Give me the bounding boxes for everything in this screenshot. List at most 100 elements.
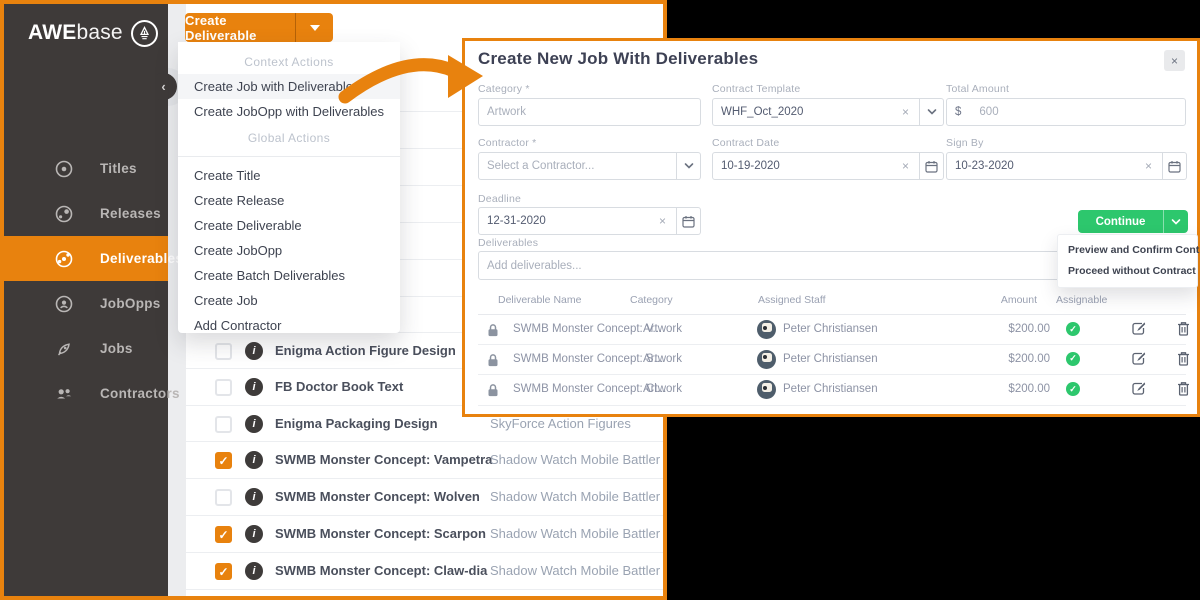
edit-icon[interactable] bbox=[1131, 321, 1146, 336]
deadline-label: Deadline bbox=[478, 193, 521, 205]
title-name: Shadow Watch Mobile Battler bbox=[490, 452, 660, 467]
edit-icon[interactable] bbox=[1131, 381, 1146, 396]
sidebar-item-jobopps[interactable]: JobOpps bbox=[4, 281, 168, 326]
continue-dropdown-toggle[interactable] bbox=[1164, 210, 1188, 233]
sidebar-item-deliverables[interactable]: Deliverables bbox=[4, 236, 168, 281]
row-checkbox[interactable] bbox=[215, 416, 232, 433]
info-icon[interactable]: i bbox=[245, 415, 263, 433]
sidebar-item-releases[interactable]: Releases bbox=[4, 191, 168, 236]
row-checkbox[interactable] bbox=[215, 343, 232, 360]
contract-date-calendar-button[interactable] bbox=[920, 152, 944, 180]
create-deliverable-dropdown-toggle[interactable] bbox=[296, 13, 333, 42]
staff-name: Peter Christiansen bbox=[783, 383, 878, 395]
info-icon[interactable]: i bbox=[245, 342, 263, 360]
title-name: SkyForce Action Figures bbox=[490, 416, 631, 431]
sidebar: AWEbase Titles Releases Deliverables Job… bbox=[4, 4, 168, 596]
info-icon[interactable]: i bbox=[245, 525, 263, 543]
sidebar-item-contractors[interactable]: Contractors bbox=[4, 371, 168, 416]
contractor-dropdown-button[interactable] bbox=[677, 152, 701, 180]
amount-cell: $200.00 bbox=[968, 353, 1050, 365]
clear-icon[interactable]: × bbox=[657, 214, 668, 228]
row-checkbox[interactable] bbox=[215, 379, 232, 396]
continue-split-button[interactable]: Continue bbox=[1078, 210, 1188, 233]
screenshot-canvas: i Enigma Action Figure Design i FB Docto… bbox=[0, 0, 1200, 600]
clear-icon[interactable]: × bbox=[900, 159, 911, 173]
info-icon[interactable]: i bbox=[245, 488, 263, 506]
menu-item-create-job[interactable]: Create Job bbox=[178, 288, 400, 313]
assignable-check-icon: ✓ bbox=[1066, 382, 1080, 396]
row-checkbox[interactable] bbox=[215, 452, 232, 469]
menu-item-create-release[interactable]: Create Release bbox=[178, 188, 400, 213]
contract-date-field[interactable]: 10-19-2020 × bbox=[712, 152, 920, 180]
trash-icon[interactable] bbox=[1177, 321, 1190, 336]
edit-icon[interactable] bbox=[1131, 351, 1146, 366]
contractor-label: Contractor * bbox=[478, 137, 536, 149]
total-amount-field[interactable]: $ 600 bbox=[946, 98, 1186, 126]
sidebar-item-titles[interactable]: Titles bbox=[4, 146, 168, 191]
menu-item-proceed-without-contract[interactable]: Proceed without Contract bbox=[1058, 261, 1197, 282]
amount-cell: $200.00 bbox=[968, 323, 1050, 335]
deliverable-name: Enigma Action Figure Design bbox=[275, 343, 456, 358]
menu-item-create-title[interactable]: Create Title bbox=[178, 163, 400, 188]
table-row[interactable]: i SWMB Monster Concept: Scarpon Shadow W… bbox=[186, 516, 663, 553]
create-deliverable-button[interactable]: Create Deliverable bbox=[185, 13, 296, 42]
titles-icon bbox=[52, 157, 76, 181]
sidebar-item-label: Contractors bbox=[100, 386, 180, 401]
staff-name: Peter Christiansen bbox=[783, 323, 878, 335]
deadline-calendar-button[interactable] bbox=[677, 207, 701, 235]
clear-icon[interactable]: × bbox=[900, 105, 911, 119]
trash-icon[interactable] bbox=[1177, 381, 1190, 396]
info-icon[interactable]: i bbox=[245, 451, 263, 469]
clear-icon[interactable]: × bbox=[1143, 159, 1154, 173]
modal-title: Create New Job With Deliverables bbox=[478, 49, 758, 69]
modal-close-button[interactable]: × bbox=[1164, 50, 1185, 71]
trash-icon[interactable] bbox=[1177, 351, 1190, 366]
menu-item-create-deliverable[interactable]: Create Deliverable bbox=[178, 213, 400, 238]
category-field[interactable]: Artwork bbox=[478, 98, 701, 126]
sidebar-nav: Titles Releases Deliverables JobOpps Job… bbox=[4, 146, 168, 416]
category-cell: Artwork bbox=[643, 383, 682, 395]
info-icon[interactable]: i bbox=[245, 562, 263, 580]
menu-item-create-batch-deliverables[interactable]: Create Batch Deliverables bbox=[178, 263, 400, 288]
table-row[interactable]: i SWMB Monster Concept: Vampetra Shadow … bbox=[186, 442, 663, 479]
table-row[interactable]: i SWMB Monster Concept: Claw-dia Shadow … bbox=[186, 553, 663, 590]
brand-light: base bbox=[76, 21, 122, 44]
sidebar-item-jobs[interactable]: Jobs bbox=[4, 326, 168, 371]
total-amount-label: Total Amount bbox=[946, 83, 1009, 95]
create-deliverable-split-button[interactable]: Create Deliverable bbox=[185, 13, 333, 42]
sidebar-collapse-button[interactable]: ‹ bbox=[150, 73, 177, 100]
table-row: SWMB Monster Concept: V... Artwork Peter… bbox=[478, 314, 1186, 345]
brand-logo: AWEbase bbox=[28, 18, 158, 48]
contract-template-dropdown-button[interactable] bbox=[920, 98, 944, 126]
sign-by-field[interactable]: 10-23-2020 × bbox=[946, 152, 1163, 180]
continue-button[interactable]: Continue bbox=[1078, 210, 1164, 233]
annotation-arrow bbox=[330, 45, 495, 115]
contractor-select[interactable]: Select a Contractor... bbox=[478, 152, 677, 180]
avatar bbox=[757, 350, 776, 369]
col-header-assigned-staff: Assigned Staff bbox=[758, 294, 826, 306]
assignable-check-icon: ✓ bbox=[1066, 322, 1080, 336]
currency-symbol: $ bbox=[955, 106, 961, 118]
deadline-field[interactable]: 12-31-2020 × bbox=[478, 207, 677, 235]
info-icon[interactable]: i bbox=[245, 378, 263, 396]
contract-template-label: Contract Template bbox=[712, 83, 800, 95]
col-header-assignable: Assignable bbox=[1056, 294, 1107, 306]
modal-deliverables-table: SWMB Monster Concept: V... Artwork Peter… bbox=[478, 314, 1186, 406]
sign-by-calendar-button[interactable] bbox=[1163, 152, 1187, 180]
menu-item-add-contractor[interactable]: Add Contractor bbox=[178, 313, 400, 338]
table-row[interactable]: i SWMB Monster Concept: Wolven Shadow Wa… bbox=[186, 479, 663, 516]
row-checkbox[interactable] bbox=[215, 526, 232, 543]
deliverable-name: Enigma Packaging Design bbox=[275, 416, 438, 431]
deliverable-name: SWMB Monster Concept: Scarpon bbox=[275, 526, 486, 541]
title-name: Shadow Watch Mobile Battler bbox=[490, 526, 660, 541]
global-actions-header: Global Actions bbox=[178, 126, 400, 150]
sign-by-label: Sign By bbox=[946, 137, 984, 149]
row-checkbox[interactable] bbox=[215, 563, 232, 580]
deliverable-name: SWMB Monster Concept: V... bbox=[513, 323, 662, 335]
row-checkbox[interactable] bbox=[215, 489, 232, 506]
menu-item-preview-confirm-contract[interactable]: Preview and Confirm Contract bbox=[1058, 240, 1197, 261]
brand-bold: AWE bbox=[28, 21, 76, 44]
menu-item-create-jobopp[interactable]: Create JobOpp bbox=[178, 238, 400, 263]
contract-template-field[interactable]: WHF_Oct_2020 × bbox=[712, 98, 920, 126]
deliverable-name: SWMB Monster Concept: Claw-dia bbox=[275, 563, 487, 578]
